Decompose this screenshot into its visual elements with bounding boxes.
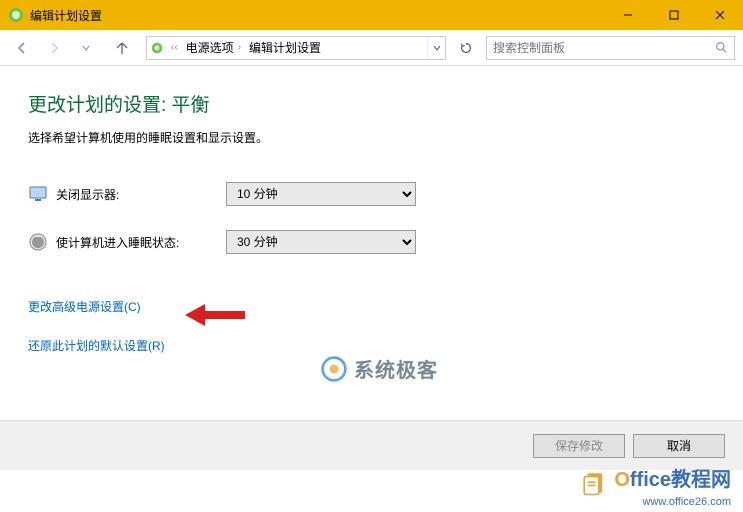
watermark-br-title: Office教程网 (614, 469, 731, 491)
window-title: 编辑计划设置 (30, 7, 605, 24)
forward-button[interactable] (40, 34, 68, 62)
annotation-arrow (185, 300, 255, 330)
display-off-label: 关闭显示器: (56, 186, 226, 203)
watermark-center-text: 系统极客 (354, 354, 438, 383)
breadcrumb-icon (147, 41, 167, 55)
link-restore-defaults[interactable]: 还原此计划的默认设置(R) (28, 337, 165, 354)
minimize-button[interactable] (605, 0, 651, 30)
search-icon[interactable] (715, 41, 728, 54)
up-button[interactable] (108, 34, 136, 62)
watermark-br-url: www.office26.com (581, 496, 731, 508)
maximize-button[interactable] (651, 0, 697, 30)
breadcrumb-item-power-options[interactable]: 电源选项› (182, 39, 245, 56)
refresh-button[interactable] (454, 36, 478, 60)
content-area: 更改计划的设置: 平衡 选择希望计算机使用的睡眠设置和显示设置。 关闭显示器: … (0, 66, 743, 442)
back-button[interactable] (8, 34, 36, 62)
app-icon (8, 7, 24, 23)
sleep-select[interactable]: 30 分钟 (226, 230, 416, 254)
save-button[interactable]: 保存修改 (533, 434, 625, 458)
setting-row-display: 关闭显示器: 10 分钟 (28, 182, 715, 206)
search-box[interactable] (486, 36, 735, 60)
monitor-icon (28, 184, 48, 204)
breadcrumb-dropdown[interactable] (427, 37, 445, 59)
search-input[interactable] (493, 41, 715, 55)
breadcrumb-item-edit-plan[interactable]: 编辑计划设置 (245, 39, 325, 56)
watermark-br-icon (581, 470, 607, 496)
breadcrumb[interactable]: ‹‹ 电源选项› 编辑计划设置 (146, 36, 446, 60)
navigation-bar: ‹‹ 电源选项› 编辑计划设置 (0, 30, 743, 66)
window-titlebar: 编辑计划设置 (0, 0, 743, 30)
page-heading: 更改计划的设置: 平衡 (28, 90, 715, 117)
cancel-button[interactable]: 取消 (633, 434, 725, 458)
sleep-icon (28, 232, 48, 252)
close-button[interactable] (697, 0, 743, 30)
recent-dropdown[interactable] (72, 34, 100, 62)
watermark-bottom-right: Office教程网 www.office26.com (581, 463, 731, 508)
chevron-left-icon: ‹‹ (171, 42, 178, 53)
sleep-label: 使计算机进入睡眠状态: (56, 234, 226, 251)
link-advanced-power[interactable]: 更改高级电源设置(C) (28, 298, 141, 315)
watermark-logo-icon (320, 355, 348, 383)
setting-row-sleep: 使计算机进入睡眠状态: 30 分钟 (28, 230, 715, 254)
page-subtext: 选择希望计算机使用的睡眠设置和显示设置。 (28, 129, 715, 146)
display-off-select[interactable]: 10 分钟 (226, 182, 416, 206)
watermark-center: 系统极客 (320, 354, 438, 383)
